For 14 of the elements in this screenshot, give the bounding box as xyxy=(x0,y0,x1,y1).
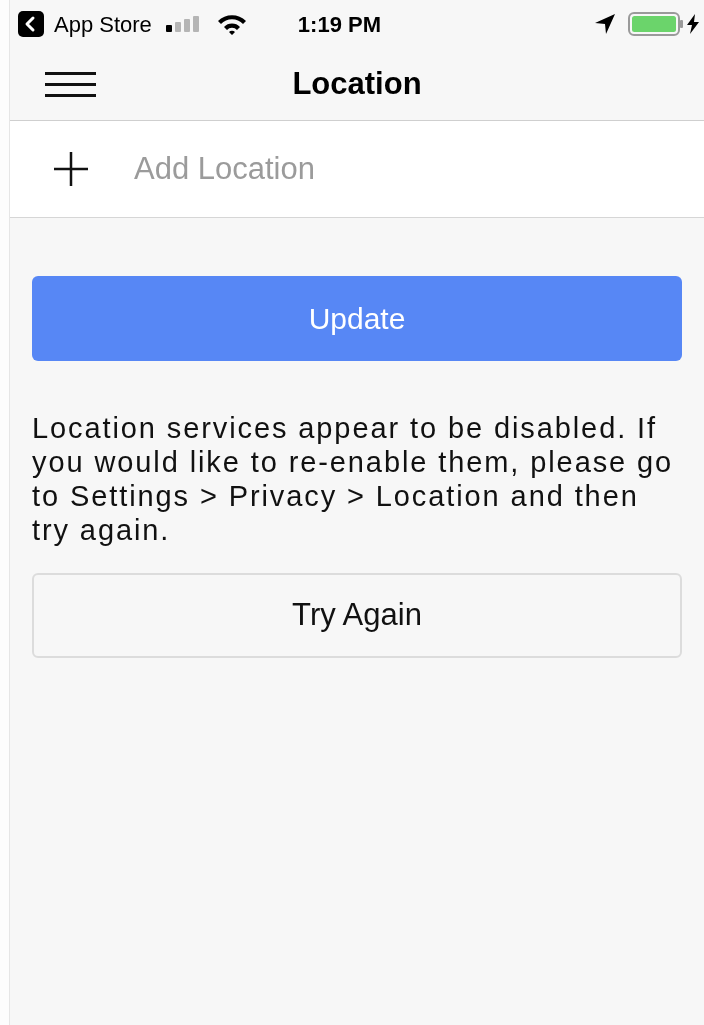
location-disabled-message: Location services appear to be disabled. If you would like to re-enable them, please go to Settings > Privacy > Location and then try again. xyxy=(32,411,675,547)
battery-icon xyxy=(628,12,684,36)
back-icon[interactable] xyxy=(18,11,44,37)
charging-bolt-icon xyxy=(686,14,700,34)
location-arrow-icon xyxy=(594,13,616,35)
try-again-button[interactable]: Try Again xyxy=(32,573,682,658)
signal-icon xyxy=(165,16,202,32)
status-time: 1:19 PM xyxy=(297,10,381,39)
nav-title: Location xyxy=(292,64,422,103)
add-location-field[interactable]: Add Location xyxy=(10,121,704,218)
plus-icon[interactable] xyxy=(54,152,88,186)
add-location-input[interactable]: Add Location xyxy=(134,145,684,193)
back-app-label[interactable]: App Store xyxy=(54,7,152,41)
menu-icon[interactable] xyxy=(45,71,96,97)
